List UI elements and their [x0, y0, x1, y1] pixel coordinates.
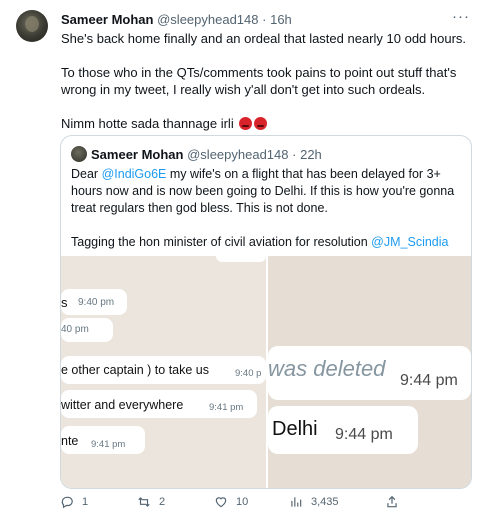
- chat-time: 9:44 pm: [335, 426, 393, 443]
- like-button[interactable]: 10: [214, 495, 248, 509]
- quoted-author-handle: @sleepyhead148: [187, 147, 289, 162]
- tweet[interactable]: Sameer Mohan @sleepyhead148 · 16h ··· Sh…: [0, 0, 488, 512]
- chat-message: nte: [61, 434, 79, 448]
- tweet-paragraph: She's back home finally and an ordeal th…: [61, 31, 467, 46]
- chat-time: 9:41 pm: [209, 402, 244, 413]
- separator: ·: [262, 12, 267, 27]
- quoted-paragraph: Tagging the hon minister of civil aviati…: [71, 234, 466, 251]
- more-options-icon[interactable]: ···: [452, 8, 470, 25]
- chat-bubble: s 9:40 pm: [61, 289, 127, 315]
- quoted-author-name: Sameer Mohan: [91, 147, 184, 162]
- chat-time: 9:41 pm: [91, 439, 126, 450]
- quoted-text-2: Tagging the hon minister of civil aviati…: [71, 235, 372, 249]
- author-name[interactable]: Sameer Mohan: [61, 12, 153, 27]
- separator: ·: [292, 147, 297, 162]
- chat-screenshot-right: was deleted 9:44 pm Delhi 9:44 pm: [268, 256, 471, 488]
- quoted-text-prefix: Dear: [71, 167, 102, 181]
- angry-face-emoji: [254, 117, 268, 130]
- chat-message: witter and everywhere: [61, 398, 184, 412]
- chat-message: Delhi: [272, 418, 318, 440]
- tweet-actions: 1 2 10 3,435: [60, 495, 480, 512]
- chat-bubble: 40 pm: [61, 318, 113, 342]
- chat-screenshot-left: s 9:40 pm 40 pm e other captain ) to tak…: [61, 256, 266, 488]
- views-button[interactable]: 3,435: [289, 495, 339, 509]
- view-count: 3,435: [311, 496, 339, 508]
- retweet-icon: [138, 497, 150, 507]
- chat-time: 9:44 pm: [400, 372, 458, 389]
- reply-count: 1: [82, 496, 89, 508]
- chat-bubble: e other captain ) to take us 9:40 p: [61, 356, 266, 384]
- quoted-paragraph: Dear @IndiGo6E my wife's on a flight tha…: [71, 166, 466, 217]
- views-icon: [291, 497, 302, 507]
- tweet-paragraph: Nimm hotte sada thannage irli: [61, 115, 471, 132]
- like-count: 10: [236, 496, 249, 508]
- chat-time: 9:40 p: [235, 368, 262, 379]
- retweet-count: 2: [159, 496, 166, 508]
- chat-bubble: nte 9:41 pm: [61, 426, 145, 454]
- chat-time: 40 pm: [61, 324, 89, 335]
- chat-bubble: witter and everywhere 9:41 pm: [61, 390, 257, 418]
- chat-bubble: was deleted 9:44 pm: [268, 346, 471, 400]
- tweet-paragraph-text: Nimm hotte sada thannage irli: [61, 116, 234, 131]
- chat-time: 9:40 pm: [78, 297, 115, 308]
- quoted-avatar: [71, 146, 87, 162]
- quoted-header: Sameer Mohan @sleepyhead148 · 22h: [91, 147, 322, 162]
- tweet-text: She's back home finally and an ordeal th…: [61, 30, 471, 149]
- retweet-button[interactable]: 2: [137, 495, 165, 509]
- reply-icon: [61, 496, 73, 509]
- mention-link[interactable]: @IndiGo6E: [102, 167, 167, 181]
- chat-bubble: Delhi 9:44 pm: [268, 406, 418, 454]
- tweet-time[interactable]: 16h: [270, 12, 292, 27]
- quoted-tweet[interactable]: Sameer Mohan @sleepyhead148 · 22h Dear @…: [60, 135, 472, 489]
- quoted-time: 22h: [300, 147, 322, 162]
- chat-bubble: [216, 256, 266, 262]
- chat-message: e other captain ) to take us: [61, 363, 210, 377]
- tweet-paragraph: To those who in the QTs/comments took pa…: [61, 65, 457, 97]
- angry-face-emoji: [239, 117, 253, 130]
- author-handle[interactable]: @sleepyhead148: [157, 12, 258, 27]
- reply-button[interactable]: 1: [60, 495, 88, 509]
- heart-icon: [215, 497, 227, 508]
- screenshot-media[interactable]: s 9:40 pm 40 pm e other captain ) to tak…: [61, 256, 471, 488]
- avatar[interactable]: [16, 10, 48, 42]
- share-button[interactable]: [385, 495, 399, 509]
- chat-fragment: s: [61, 295, 68, 310]
- quoted-text: Dear @IndiGo6E my wife's on a flight tha…: [71, 166, 466, 268]
- mention-link[interactable]: @JM_Scindia: [371, 235, 448, 249]
- tweet-header: Sameer Mohan @sleepyhead148 · 16h: [61, 12, 292, 27]
- deleted-message: was deleted: [268, 356, 386, 381]
- share-icon: [387, 495, 397, 508]
